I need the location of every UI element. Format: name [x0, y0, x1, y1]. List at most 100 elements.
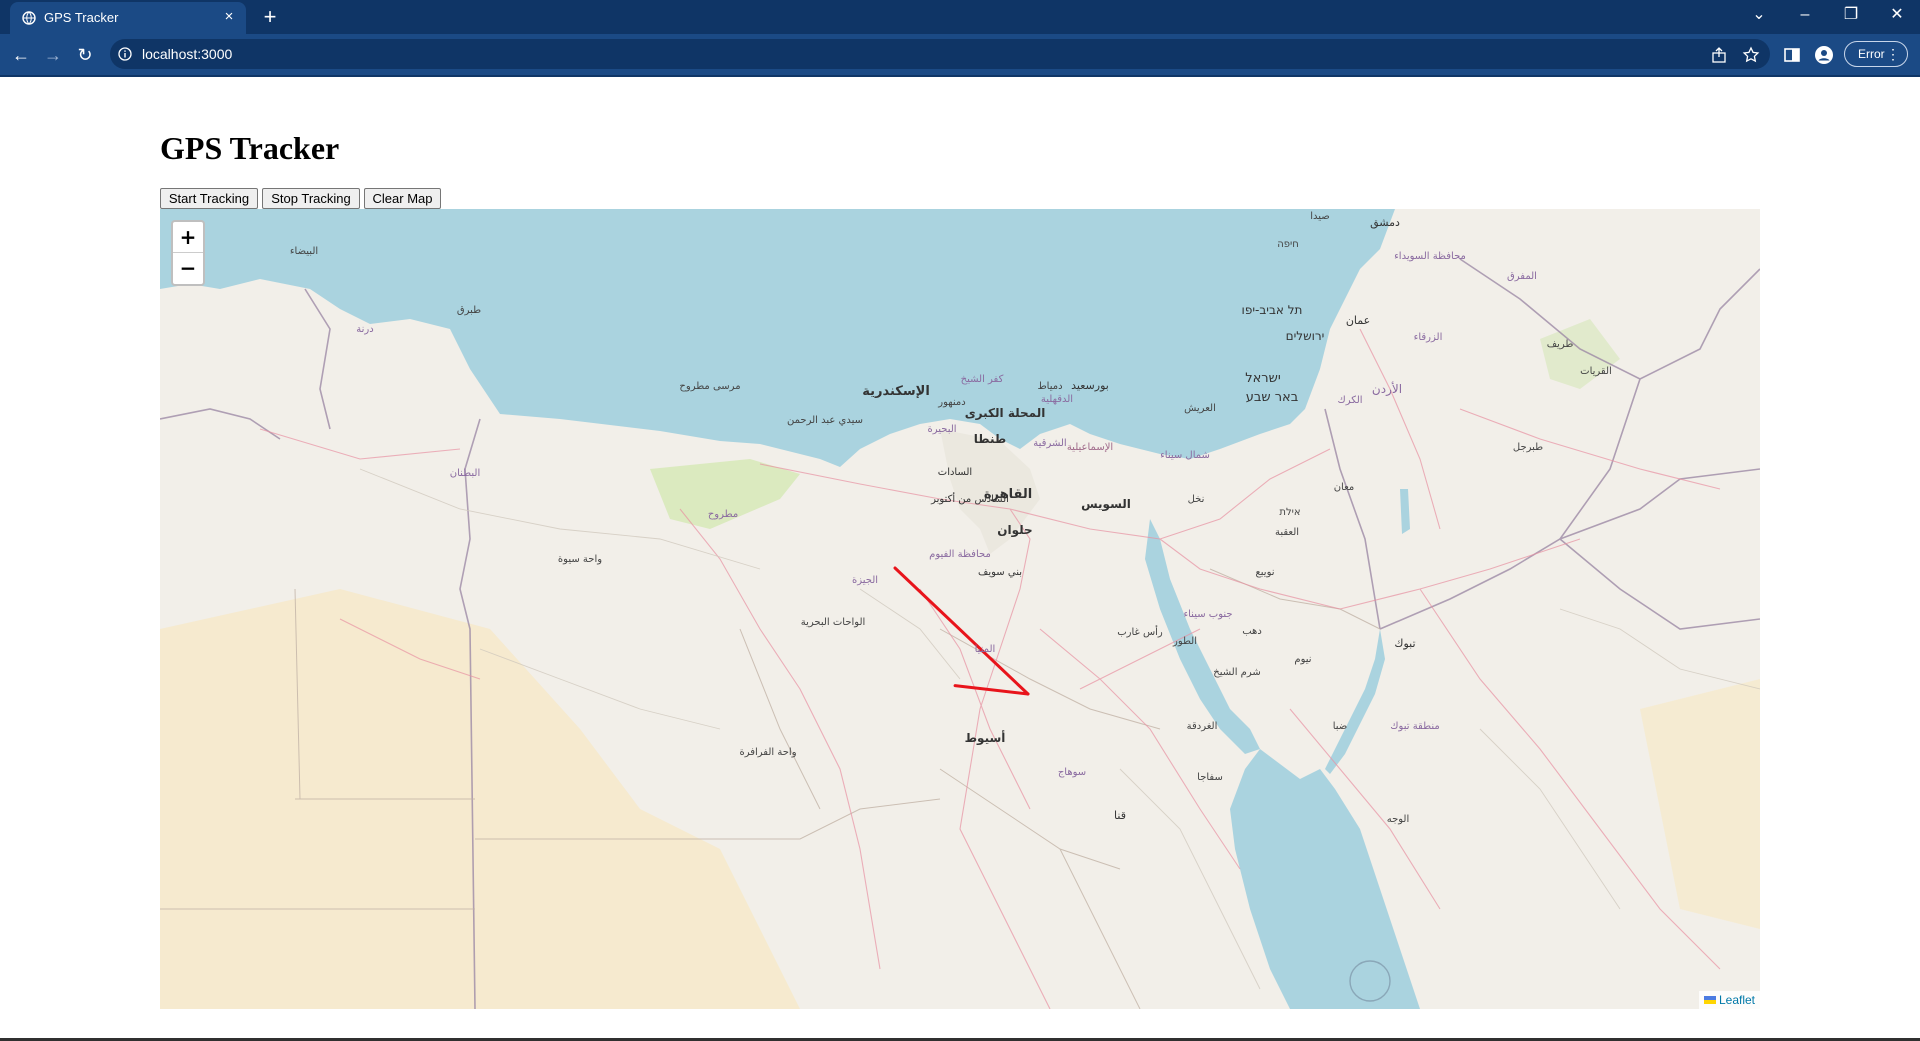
error-button[interactable]: Error ⋮: [1844, 41, 1908, 67]
close-icon[interactable]: ×: [220, 8, 238, 26]
reload-icon[interactable]: ↻: [72, 42, 98, 68]
map-label-sharqia: الشرقية: [1033, 438, 1067, 449]
map-label-marsa-matruh: مرسى مطروح: [679, 381, 741, 392]
minimize-icon[interactable]: –: [1782, 0, 1828, 32]
map-label-dahab: دهب: [1242, 626, 1262, 637]
map-labels: الإسكندرية المحلة الكبرى القاهرة حلوان طنطا ا…: [160, 209, 1760, 1009]
side-panel-icon[interactable]: [1782, 45, 1802, 65]
map-label-beirut: صيدا: [1310, 211, 1330, 222]
plus-icon[interactable]: +: [258, 6, 282, 28]
start-tracking-button[interactable]: Start Tracking: [160, 188, 258, 209]
browser-tab[interactable]: GPS Tracker ×: [10, 2, 246, 34]
map-label-helwan: حلوان: [997, 523, 1033, 537]
map-label-sohag: سوهاج: [1057, 767, 1087, 778]
map-label-beersheba: באר שבע: [1245, 390, 1299, 405]
forward-arrow-icon[interactable]: →: [40, 42, 66, 68]
star-icon[interactable]: [1742, 46, 1760, 64]
map-label-arish: العريش: [1184, 403, 1216, 414]
map-label-jerusalem: ירושלים: [1285, 329, 1325, 343]
map-label-derna: درنة: [356, 324, 374, 335]
map-label-suez: السويس: [1081, 497, 1131, 511]
share-icon[interactable]: [1710, 46, 1728, 64]
zoom-out-button[interactable]: −: [173, 253, 203, 283]
map-label-aqaba: العقبة: [1274, 527, 1300, 538]
map-label-matrouh: مطروح: [707, 509, 739, 520]
address-bar[interactable]: localhost:3000: [110, 39, 1770, 69]
zoom-control: + −: [171, 220, 205, 286]
map-label-qurayyat: القريات: [1580, 366, 1612, 377]
url-text: localhost:3000: [142, 46, 233, 62]
map-label-neom: نيوم: [1294, 654, 1312, 665]
map-label-eilat: אילת: [1279, 507, 1301, 518]
map-label-jordan: الأردن: [1371, 382, 1403, 396]
map-label-6oct: السادس من أكتوبر: [931, 494, 1009, 505]
map-label-sweida: محافظة السويداء: [1394, 251, 1466, 262]
map-label-haifa: חיפה: [1277, 239, 1299, 250]
map-label-kafr: كفر الشيخ: [960, 374, 1004, 385]
map-label-alexandria: الإسكندرية: [862, 384, 930, 399]
map-label-duba: ضبا: [1332, 721, 1348, 732]
ukraine-flag-icon: [1703, 996, 1716, 1004]
map-label-north-sinai: شمال سيناء: [1160, 450, 1210, 461]
map-label-farafra: واحة الفرافرة: [739, 747, 797, 758]
map-attribution: Leaflet: [1698, 991, 1760, 1009]
map-label-beheira: البحيرة: [927, 424, 957, 435]
map-label-beni-suef: بني سويف: [978, 567, 1022, 578]
map-label-mahalla: المحلة الكبرى: [964, 406, 1046, 420]
browser-toolbar: ← → ↻ localhost:3000 Error ⋮: [0, 34, 1920, 75]
map-label-damanhur: دمنهور: [938, 397, 966, 408]
map-label-sharm: شرم الشيخ: [1213, 667, 1261, 678]
clear-map-button[interactable]: Clear Map: [364, 188, 441, 209]
map-label-tabarjal: طبرجل: [1512, 442, 1544, 453]
map-label-tabuk-region: منطقة تبوك: [1390, 721, 1440, 732]
map-container[interactable]: الإسكندرية المحلة الكبرى القاهرة حلوان طنطا ا…: [160, 209, 1760, 1009]
info-icon[interactable]: [118, 47, 132, 61]
map-label-zarqa: الزرقاء: [1413, 332, 1443, 343]
map-label-qena: قنا: [1114, 809, 1126, 822]
restore-icon[interactable]: ❐: [1828, 0, 1874, 32]
window-close-icon[interactable]: ✕: [1874, 0, 1920, 32]
map-label-bayda: البيضاء: [289, 246, 319, 257]
map-label-tel-aviv: תל אביב-יפו: [1241, 303, 1303, 317]
map-label-bahariya: الواحات البحرية: [800, 617, 866, 628]
map-label-maan: معان: [1333, 482, 1355, 493]
map-label-damascus: دمشق: [1370, 216, 1400, 229]
leaflet-attribution-link[interactable]: Leaflet: [1719, 993, 1755, 1007]
stop-tracking-button[interactable]: Stop Tracking: [262, 188, 360, 209]
browser-title-bar: GPS Tracker × + ⌄ – ❐ ✕: [0, 0, 1920, 34]
map-label-giza: الجيزة: [851, 575, 879, 586]
map-label-karak: الكرك: [1337, 395, 1363, 406]
map-label-fayoum: محافظة الفيوم: [929, 549, 991, 560]
back-arrow-icon[interactable]: ←: [8, 42, 34, 68]
profile-icon[interactable]: [1814, 45, 1834, 65]
chevron-down-icon[interactable]: ⌄: [1736, 0, 1782, 32]
map-label-tobruk: طبرق: [456, 305, 482, 316]
map-label-sadat: السادات: [937, 467, 973, 478]
map-label-hurghada: الغردقة: [1186, 721, 1218, 732]
map-label-minya: المنيا: [974, 644, 996, 655]
map-label-nuweiba: نويبع: [1255, 567, 1275, 578]
map-label-safaga: سفاجا: [1197, 772, 1223, 783]
map-label-tabuk: تبوك: [1394, 637, 1416, 650]
zoom-in-button[interactable]: +: [173, 222, 203, 253]
map-label-tanta: طنطا: [973, 432, 1007, 446]
map-label-nakhl: نخل: [1187, 494, 1205, 505]
map-label-ras-gharib: رأس غارب: [1117, 627, 1163, 638]
toolbar-divider: [0, 75, 1920, 77]
map-label-amman: عمان: [1345, 314, 1371, 327]
map-label-damietta: دمياط: [1037, 381, 1063, 392]
map-label-mafraq: المفرق: [1507, 271, 1537, 282]
map-label-sidi-abdel-rahman: سيدي عبد الرحمن: [787, 415, 863, 426]
map-label-butnan: البطنان: [449, 468, 481, 479]
globe-icon: [22, 11, 36, 25]
map-label-wajh: الوجه: [1386, 814, 1410, 825]
map-label-siwa: واحة سيوة: [557, 554, 603, 565]
map-label-south-sinai: جنوب سيناء: [1183, 609, 1233, 620]
map-label-port-said: بورسعيد: [1071, 379, 1109, 392]
map-label-assiut: أسيوط: [964, 731, 1006, 745]
tab-title: GPS Tracker: [44, 10, 119, 25]
map-label-dakahlia: الدقهلية: [1040, 394, 1074, 405]
page-title: GPS Tracker: [160, 130, 340, 166]
map-label-turayf: طريف: [1546, 339, 1574, 350]
kebab-menu-icon[interactable]: ⋮: [1886, 45, 1900, 63]
